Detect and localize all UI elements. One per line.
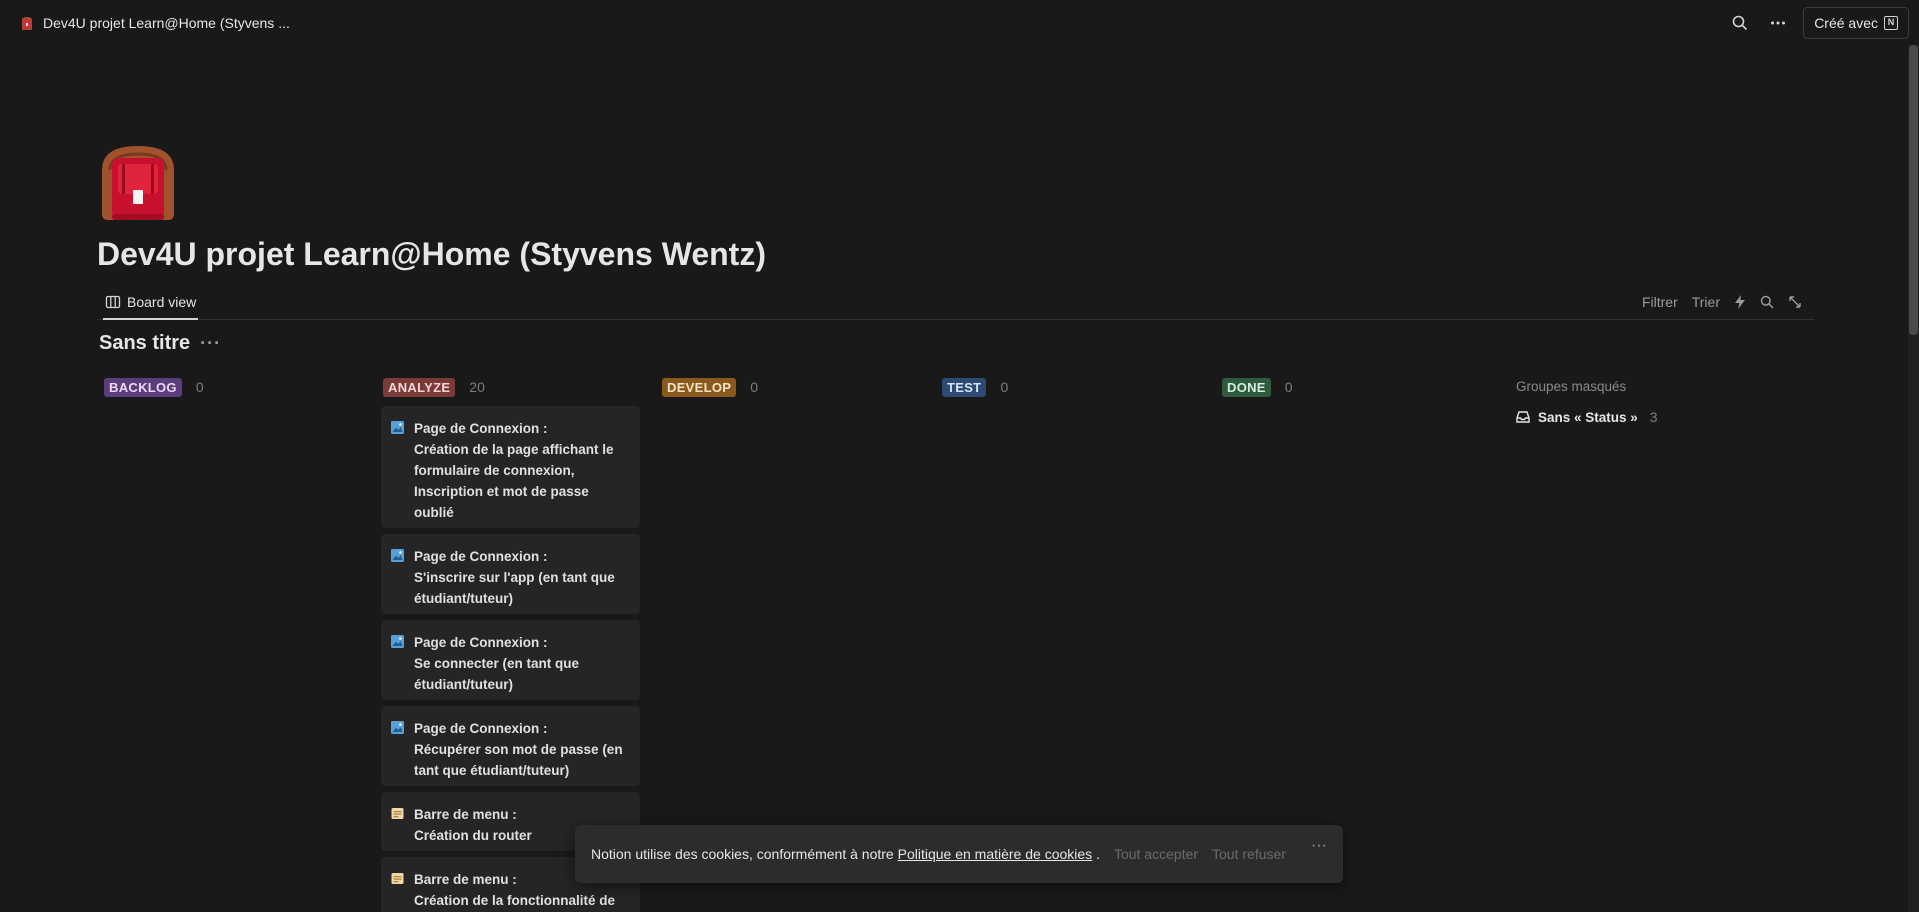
board-card[interactable]: Page de Connexion : Se connecter (en tan… — [381, 620, 640, 700]
column-header-analyze[interactable]: ANALYZE 20 — [383, 376, 485, 398]
status-tag: BACKLOG — [104, 377, 182, 397]
search-icon[interactable] — [1727, 10, 1753, 36]
backpack-icon — [22, 16, 32, 30]
image-icon — [391, 549, 404, 562]
more-horizontal-icon[interactable] — [1765, 10, 1791, 36]
column-count: 20 — [469, 379, 485, 395]
image-icon — [391, 721, 404, 734]
card-line: Inscription et mot de passe — [414, 484, 589, 499]
card-line: Page de Connexion : — [414, 549, 548, 564]
image-icon — [391, 635, 404, 648]
card-line: Récupérer son mot de passe (en — [414, 742, 623, 757]
cookie-text: Notion utilise des cookies, conformément… — [591, 846, 1100, 862]
board-card[interactable]: Page de Connexion : Création de la page … — [381, 406, 640, 528]
card-line: Se connecter (en tant que — [414, 656, 580, 671]
tab-board-view[interactable]: Board view — [103, 285, 199, 320]
card-line: tant que étudiant/tuteur) — [414, 763, 570, 778]
status-tag: DONE — [1222, 377, 1271, 397]
menu-card-icon — [391, 808, 404, 819]
column-count: 0 — [195, 379, 204, 395]
cookie-message: Notion utilise des cookies, conformément… — [591, 846, 894, 862]
column-header-test[interactable]: TEST 0 — [942, 376, 1008, 398]
database-title[interactable]: Sans titre ··· — [99, 332, 221, 355]
column-header-develop[interactable]: DEVELOP 0 — [662, 376, 758, 398]
created-with-notion-button[interactable]: Créé avec N — [1803, 6, 1909, 39]
cookie-policy-link[interactable]: Politique en matière de cookies — [898, 846, 1093, 862]
backpack-icon[interactable] — [96, 140, 180, 224]
column-count: 0 — [750, 379, 759, 395]
view-bar: Board view Filtrer Trier — [97, 285, 1814, 320]
database-title-text: Sans titre — [99, 332, 191, 354]
scrollbar-thumb[interactable] — [1909, 45, 1918, 335]
hidden-group-count: 3 — [1649, 409, 1658, 425]
more-horizontal-icon[interactable]: ··· — [200, 333, 221, 354]
status-tag: TEST — [942, 377, 987, 397]
card-line: formulaire de connexion, — [414, 463, 575, 478]
card-line: Création de la fonctionnalité de — [414, 893, 616, 908]
created-with-label: Créé avec — [1814, 14, 1878, 31]
breadcrumb-page-title: Dev4U projet Learn@Home (Styvens ... — [43, 14, 290, 31]
column-header-done[interactable]: DONE 0 — [1222, 376, 1293, 398]
card-line: Page de Connexion : — [414, 421, 548, 436]
cookie-period: . — [1096, 846, 1100, 862]
automation-lightning-icon[interactable] — [1734, 295, 1746, 309]
card-line: Page de Connexion : — [414, 721, 548, 736]
refuse-all-button[interactable]: Tout refuser — [1212, 846, 1286, 862]
tab-board-view-label: Board view — [127, 293, 197, 310]
inbox-icon — [1516, 411, 1530, 423]
card-line: S'inscrire sur l'app (en tant que — [414, 570, 615, 585]
expand-icon[interactable] — [1788, 295, 1802, 309]
accept-all-button[interactable]: Tout accepter — [1114, 846, 1198, 862]
card-line: Page de Connexion : — [414, 635, 548, 650]
status-tag: ANALYZE — [383, 377, 456, 397]
board-view-icon — [105, 295, 121, 308]
hidden-groups-label: Groupes masqués — [1516, 379, 1627, 394]
card-line: étudiant/tuteur) — [414, 591, 513, 606]
card-line: étudiant/tuteur) — [414, 677, 513, 692]
more-horizontal-icon[interactable]: ··· — [1311, 837, 1327, 855]
page-title[interactable]: Dev4U projet Learn@Home (Styvens Wentz) — [97, 236, 766, 273]
column-count: 0 — [1000, 379, 1009, 395]
status-tag: DEVELOP — [662, 377, 737, 397]
card-line: Barre de menu : — [414, 807, 517, 822]
board-card[interactable]: Page de Connexion : Récupérer son mot de… — [381, 706, 640, 786]
filter-button[interactable]: Filtrer — [1642, 294, 1678, 310]
menu-card-icon — [391, 873, 404, 884]
hidden-group-label: Sans « Status » — [1538, 409, 1638, 425]
breadcrumb[interactable]: Dev4U projet Learn@Home (Styvens ... — [19, 15, 290, 31]
search-icon[interactable] — [1760, 295, 1774, 309]
card-line: Création de la page affichant le — [414, 442, 614, 457]
column-header-backlog[interactable]: BACKLOG 0 — [104, 376, 204, 398]
top-bar: Dev4U projet Learn@Home (Styvens ... Cré… — [0, 0, 1919, 45]
image-icon — [391, 421, 404, 434]
hidden-group-no-status[interactable]: Sans « Status » 3 — [1516, 409, 1658, 425]
board-card[interactable]: Page de Connexion : S'inscrire sur l'app… — [381, 534, 640, 614]
column-count: 0 — [1284, 379, 1293, 395]
card-line: oublié — [414, 505, 454, 520]
sort-button[interactable]: Trier — [1692, 294, 1720, 310]
notion-logo-icon: N — [1884, 15, 1898, 30]
card-line: Création du router — [414, 828, 532, 843]
cookie-banner: Notion utilise des cookies, conformément… — [575, 825, 1343, 883]
